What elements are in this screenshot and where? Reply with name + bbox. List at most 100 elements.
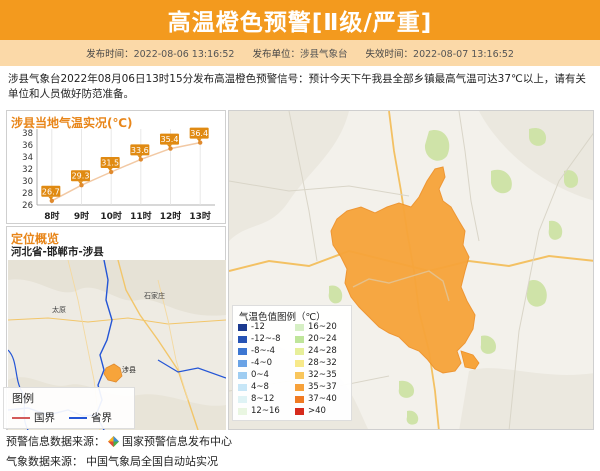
temperature-point [168,146,173,151]
color-swatch [238,395,247,403]
color-legend-item: -4~0 [238,358,280,369]
color-swatch [295,323,304,331]
color-swatch [238,335,247,343]
warning-page: 高温橙色预警[Ⅱ级/严重] 发布时间：2022-08-06 13:16:52 发… [0,0,600,471]
x-tick-label: 10时 [100,210,122,222]
city-label-shijiazhuang: 石家庄 [144,291,165,300]
temperature-color-legend: 气温色值图例（℃） -12 -12~-8 -8~-4 -4~0 0~4 4~8 8~12 12… [232,305,352,421]
color-swatch [295,395,304,403]
color-legend-item: 32~35 [295,370,337,381]
x-tick-label: 12时 [160,210,182,222]
data-label: 33.6 [131,146,149,155]
weather-source-label: 气象数据来源： [6,455,83,468]
footer-warning-source: 预警信息数据来源： 国家预警信息发布中心 [6,433,232,449]
early-warning-logo-icon [108,435,119,447]
expire-time-value: 2022-08-07 13:16:52 [413,49,514,60]
color-legend-left-column: -12 -12~-8 -8~-4 -4~0 0~4 4~8 8~12 12~16 [238,322,280,417]
color-legend-item: -12 [238,322,280,333]
data-label: 35.4 [161,135,179,144]
color-legend-item: 16~20 [295,322,337,333]
publisher-label: 发布单位： [252,49,300,60]
expire-time: 失效时间：2022-08-07 13:16:52 [366,46,514,60]
color-legend-label: 24~28 [308,346,337,357]
footer-weather-source: 气象数据来源： 中国气象局全国自动站实况 [6,453,218,469]
publish-time: 发布时间：2022-08-06 13:16:52 [86,46,234,60]
color-legend-item: >40 [295,406,337,417]
color-legend-label: 16~20 [308,322,337,333]
data-label: 26.7 [42,187,60,196]
color-legend-item: 37~40 [295,394,337,405]
map-legend: 图例 国界 省界 [3,387,135,429]
color-swatch [238,371,247,379]
color-swatch [238,359,247,367]
temperature-point [197,140,203,145]
color-legend-label: 35~37 [308,382,337,393]
color-swatch [238,323,247,331]
temperature-panel: 涉县当地气温实况(℃) 26 28 30 32 34 36 38 8时 9时 10时 11时 12时 1… [6,110,226,224]
y-tick-label: 26 [22,201,33,211]
color-legend-label: >40 [308,406,326,417]
y-tick-label: 30 [22,177,33,187]
color-legend-label: 37~40 [308,394,337,405]
warning-meta-bar: 发布时间：2022-08-06 13:16:52 发布单位：涉县气象台 失效时间… [0,40,600,66]
warning-source-label: 预警信息数据来源： [6,435,105,448]
color-legend-item: -12~-8 [238,334,280,345]
legend-national-border: 国界 [12,410,55,425]
publisher: 发布单位：涉县气象台 [252,46,347,60]
x-tick-label: 13时 [189,210,211,222]
warning-banner: 高温橙色预警[Ⅱ级/严重] [0,0,600,40]
national-border-line-icon [12,416,30,419]
color-legend-label: 12~16 [251,406,280,417]
color-legend-label: -4~0 [251,358,273,369]
weather-source-value: 中国气象局全国自动站实况 [86,455,218,468]
legend-provincial-border: 省界 [69,410,112,425]
data-label: 36.4 [190,129,208,138]
color-legend-label: -12 [251,322,265,333]
y-tick-label: 28 [22,189,33,199]
y-tick-label: 34 [22,153,33,163]
map-legend-row: 国界 省界 [12,410,112,425]
publisher-value: 涉县气象台 [300,49,348,60]
y-tick-label: 38 [22,129,33,139]
data-label: 31.5 [101,159,119,168]
color-swatch [238,407,247,415]
provincial-border-line-icon [69,416,87,419]
publish-time-value: 2022-08-06 13:16:52 [133,49,235,60]
temperature-chart: 26 28 30 32 34 36 38 8时 9时 10时 11时 12时 13时 26.7 29.3 31… [22,127,215,222]
publish-time-label: 发布时间： [86,49,134,60]
temperature-point [79,183,84,188]
color-legend-item: 35~37 [295,382,337,393]
color-swatch [295,407,304,415]
color-legend-label: 8~12 [251,394,275,405]
color-legend-label: 32~35 [308,370,337,381]
x-tick-label: 9时 [74,210,89,222]
color-legend-label: 28~32 [308,358,337,369]
expire-time-label: 失效时间： [365,49,414,60]
temperature-point [138,157,144,162]
color-legend-label: 20~24 [308,334,337,345]
color-legend-right-column: 16~20 20~24 24~28 28~32 32~35 35~37 37~40 >40 [295,322,337,417]
y-tick-label: 32 [22,165,33,175]
color-swatch [295,371,304,379]
temperature-point [49,198,55,203]
legend-provincial-label: 省界 [91,412,112,424]
warning-description: 涉县气象台2022年08月06日13时15分发布高温橙色预警信号：预计今天下午我… [8,73,586,100]
color-swatch [295,335,304,343]
warning-source-value: 国家预警信息发布中心 [122,435,232,448]
color-legend-label: -8~-4 [251,346,276,357]
color-legend-item: 8~12 [238,394,280,405]
color-legend-item: 12~16 [238,406,280,417]
city-label-shexian: 涉县 [122,365,136,374]
warning-title: 高温橙色预警[Ⅱ级/严重] [167,10,433,36]
color-legend-item: 0~4 [238,370,280,381]
color-legend-item: 4~8 [238,382,280,393]
color-legend-label: -12~-8 [251,334,281,345]
color-legend-title: 气温色值图例（℃） [239,312,326,323]
color-legend-item: -8~-4 [238,346,280,357]
y-tick-label: 36 [22,141,33,151]
color-legend-label: 4~8 [251,382,269,393]
map-legend-title: 图例 [12,392,34,405]
color-legend-label: 0~4 [251,370,269,381]
color-swatch [295,347,304,355]
data-label: 29.3 [72,172,90,181]
